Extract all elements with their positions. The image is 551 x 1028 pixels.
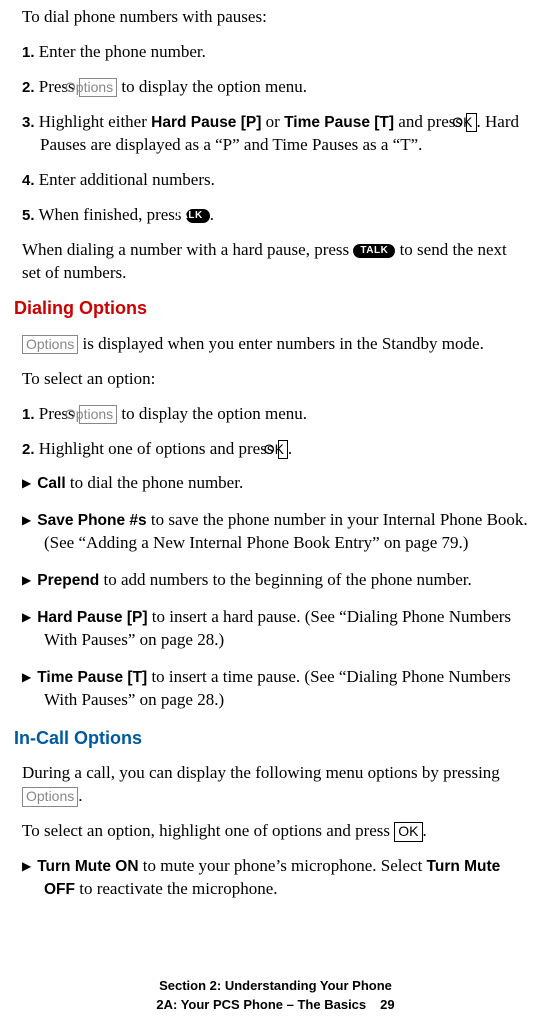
- bold-text: Hard Pause [P]: [151, 114, 261, 131]
- para-text: is displayed when you enter numbers in t…: [78, 334, 484, 353]
- ok-softkey: OK: [394, 822, 422, 842]
- step-num: 1.: [22, 406, 35, 423]
- bullet-text: to add numbers to the beginning of the p…: [99, 570, 472, 589]
- bold-text: Call: [37, 475, 65, 492]
- talk-key-icon: TALK: [353, 244, 395, 258]
- step-b2: 2. Highlight one of options and press OK…: [22, 438, 529, 461]
- options-softkey: Options: [22, 787, 78, 807]
- para-text: .: [78, 786, 82, 805]
- step-text: to display the option menu.: [117, 404, 307, 423]
- options-softkey: Options: [79, 405, 117, 425]
- step-num: 3.: [22, 114, 35, 131]
- step-b1: 1. Press Options to display the option m…: [22, 403, 529, 426]
- footer-chapter-text: 2A: Your PCS Phone – The Basics: [156, 997, 366, 1012]
- step-num: 4.: [22, 172, 35, 189]
- triangle-icon: ▶: [22, 859, 31, 873]
- step-5: 5. When finished, press TALK.: [22, 204, 529, 227]
- bold-text: Turn Mute ON: [37, 858, 138, 875]
- bullet-prepend: ▶ Prepend to add numbers to the beginning…: [22, 569, 529, 592]
- options-softkey: Options: [79, 78, 117, 98]
- triangle-icon: ▶: [22, 670, 31, 684]
- bold-text: Time Pause [T]: [37, 669, 147, 686]
- intro-select-option: To select an option:: [22, 368, 529, 391]
- heading-dialing-options: Dialing Options: [14, 296, 529, 320]
- step-1: 1. Enter the phone number.: [22, 41, 529, 64]
- triangle-icon: ▶: [22, 476, 31, 490]
- para-text: When dialing a number with a hard pause,…: [22, 240, 353, 259]
- intro-pauses: To dial phone numbers with pauses:: [22, 6, 529, 29]
- bullet-text: to mute your phone’s microphone. Select: [139, 856, 427, 875]
- page-number: 29: [380, 997, 394, 1012]
- bullet-call: ▶ Call to dial the phone number.: [22, 472, 529, 495]
- ok-softkey: OK: [278, 440, 288, 460]
- step-4: 4. Enter additional numbers.: [22, 169, 529, 192]
- step-text: Highlight one of options and press: [39, 439, 278, 458]
- paragraph-during-call: During a call, you can display the follo…: [22, 762, 529, 808]
- step-text: Highlight either: [39, 112, 151, 131]
- step-text: Enter additional numbers.: [39, 170, 215, 189]
- step-3: 3. Highlight either Hard Pause [P] or Ti…: [22, 111, 529, 157]
- paragraph-options-displayed: Options is displayed when you enter numb…: [22, 333, 529, 356]
- heading-in-call-options: In-Call Options: [14, 726, 529, 750]
- step-2: 2. Press Options to display the option m…: [22, 76, 529, 99]
- step-num: 2.: [22, 441, 35, 458]
- ok-softkey: OK: [466, 113, 476, 133]
- paragraph-select-option: To select an option, highlight one of op…: [22, 820, 529, 843]
- step-text: .: [210, 205, 214, 224]
- talk-key-icon: TALK: [186, 209, 210, 223]
- step-text: to display the option menu.: [117, 77, 307, 96]
- step-text: .: [288, 439, 292, 458]
- step-text: Enter the phone number.: [39, 42, 206, 61]
- para-text: During a call, you can display the follo…: [22, 763, 500, 782]
- bullet-hard-pause: ▶Hard Pause [P] to insert a hard pause. …: [22, 606, 529, 652]
- step-num: 2.: [22, 79, 35, 96]
- triangle-icon: ▶: [22, 573, 31, 587]
- bold-text: Save Phone #s: [37, 512, 146, 529]
- para-text: .: [423, 821, 427, 840]
- step-text: When finished, press: [38, 205, 185, 224]
- page-footer: Section 2: Understanding Your Phone 2A: …: [0, 977, 551, 1014]
- bold-text: Prepend: [37, 572, 99, 589]
- bold-text: Time Pause [T]: [284, 114, 394, 131]
- options-softkey: Options: [22, 335, 78, 355]
- footer-section: Section 2: Understanding Your Phone: [0, 977, 551, 995]
- bullet-time-pause: ▶Time Pause [T] to insert a time pause. …: [22, 666, 529, 712]
- bullet-turn-mute: ▶ Turn Mute ON to mute your phone’s micro…: [22, 855, 529, 901]
- bullet-save-phone: ▶Save Phone #s to save the phone number …: [22, 509, 529, 555]
- footer-chapter: 2A: Your PCS Phone – The Basics 29: [0, 996, 551, 1014]
- triangle-icon: ▶: [22, 513, 31, 527]
- para-text: To select an option, highlight one of op…: [22, 821, 394, 840]
- step-text: or: [261, 112, 284, 131]
- triangle-icon: ▶: [22, 610, 31, 624]
- bold-text: Hard Pause [P]: [37, 609, 147, 626]
- bullet-text: to reactivate the microphone.: [75, 879, 278, 898]
- step-num: 1.: [22, 44, 35, 61]
- bullet-text: to dial the phone number.: [66, 473, 244, 492]
- step-num: 5.: [22, 207, 35, 224]
- paragraph-hard-pause: When dialing a number with a hard pause,…: [22, 239, 529, 285]
